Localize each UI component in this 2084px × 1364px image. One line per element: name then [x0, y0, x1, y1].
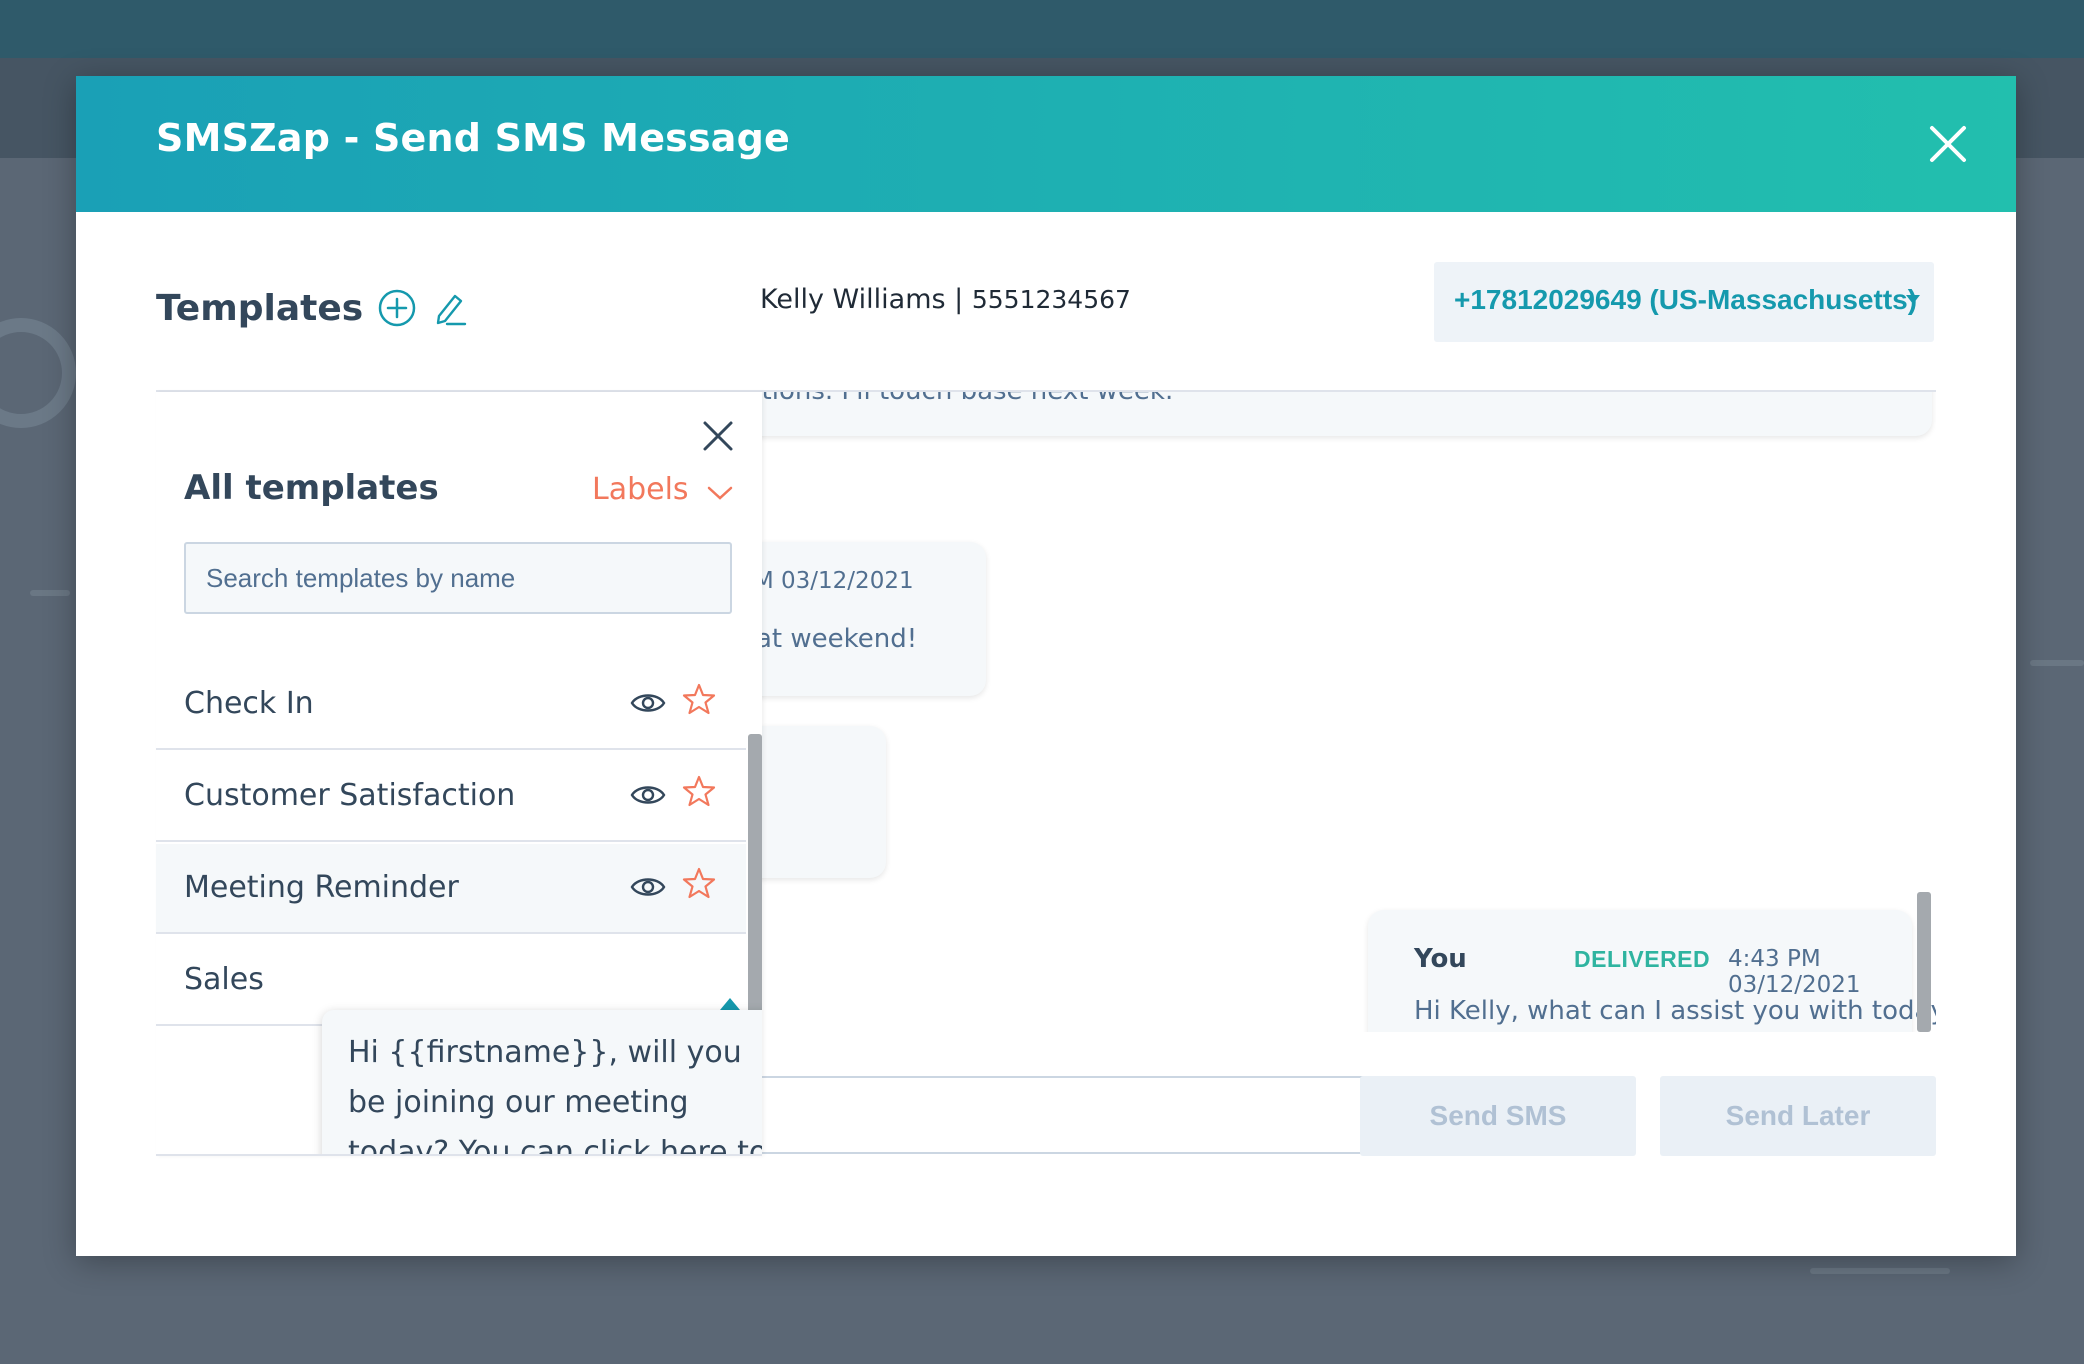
template-name: Meeting Reminder: [184, 870, 459, 905]
message-text: estions. I'll touch base next week.: [732, 392, 1173, 406]
background-text-line: [1810, 1268, 1950, 1274]
template-name: Customer Satisfaction: [184, 778, 516, 813]
modal-header: SMSZap - Send SMS Message: [76, 76, 2016, 212]
send-sms-modal: SMSZap - Send SMS Message Templates Kell…: [76, 76, 2016, 1256]
templates-toolbar: Templates: [156, 280, 469, 336]
contact-separator: |: [954, 284, 964, 315]
eye-icon[interactable]: [630, 872, 666, 902]
eye-icon[interactable]: [630, 688, 666, 718]
contact-name: Kelly Williams: [760, 284, 946, 315]
send-later-button[interactable]: Send Later: [1660, 1076, 1936, 1156]
message-time: PM 03/12/2021: [740, 568, 914, 594]
panel-title: All templates: [184, 468, 439, 508]
send-sms-button[interactable]: Send SMS: [1360, 1076, 1636, 1156]
template-preview-popover: Hi {{firstname}}, will you be joining ou…: [322, 1010, 762, 1156]
star-icon[interactable]: [682, 774, 716, 808]
from-number-select[interactable]: +17812029649 (US-Massachusetts): [1434, 262, 1934, 342]
caret-down-icon: [1906, 295, 1920, 304]
template-row[interactable]: Check In: [156, 660, 746, 750]
contact-phone: 5551234567: [971, 285, 1131, 314]
labels-label: Labels: [592, 472, 689, 507]
template-name: Check In: [184, 686, 314, 721]
from-number-value: +17812029649 (US-Massachusetts): [1454, 284, 1918, 315]
star-icon[interactable]: [682, 682, 716, 716]
message-text: eat weekend!: [740, 624, 918, 654]
message-input[interactable]: [756, 1076, 1398, 1154]
search-templates-input[interactable]: [184, 542, 732, 614]
plus-circle-icon[interactable]: [377, 288, 417, 328]
message-text: Hi Kelly, what can I assist you with tod…: [1414, 996, 1936, 1026]
background-logo: [0, 318, 76, 428]
chevron-down-icon: [707, 486, 732, 500]
template-preview-text: Hi {{firstname}}, will you be joining ou…: [348, 1035, 762, 1156]
conversation-scrollbar[interactable]: [1917, 892, 1931, 1032]
message-bubble: estions. I'll touch base next week.: [716, 392, 1932, 436]
modal-title: SMSZap - Send SMS Message: [156, 116, 791, 160]
close-icon[interactable]: [1924, 120, 1972, 168]
eye-icon[interactable]: [630, 780, 666, 810]
status-badge: DELIVERED: [1574, 946, 1711, 972]
background-topbar: [0, 0, 2084, 58]
sender-label: You: [1414, 944, 1467, 974]
star-icon[interactable]: [682, 866, 716, 900]
message-time: 4:43 PM 03/12/2021: [1728, 946, 1861, 998]
templates-label: Templates: [156, 287, 364, 329]
template-row[interactable]: Meeting Reminder: [156, 844, 746, 934]
pencil-icon[interactable]: [429, 288, 469, 328]
panel-bottom-border: [156, 1154, 762, 1156]
template-row[interactable]: Customer Satisfaction: [156, 752, 746, 842]
message-bubble-outgoing: You DELIVERED 4:43 PM 03/12/2021 Hi Kell…: [1368, 910, 1936, 1032]
templates-panel: All templates Labels Check In Customer S…: [156, 392, 762, 1156]
contact-info: Kelly Williams | 5551234567: [760, 284, 1131, 315]
labels-dropdown[interactable]: Labels: [592, 472, 733, 507]
background-text-line: [2030, 660, 2084, 666]
background-text-line: [30, 590, 70, 596]
preview-pointer: [720, 998, 740, 1010]
close-icon[interactable]: [700, 418, 736, 454]
template-name: Sales: [184, 962, 264, 997]
